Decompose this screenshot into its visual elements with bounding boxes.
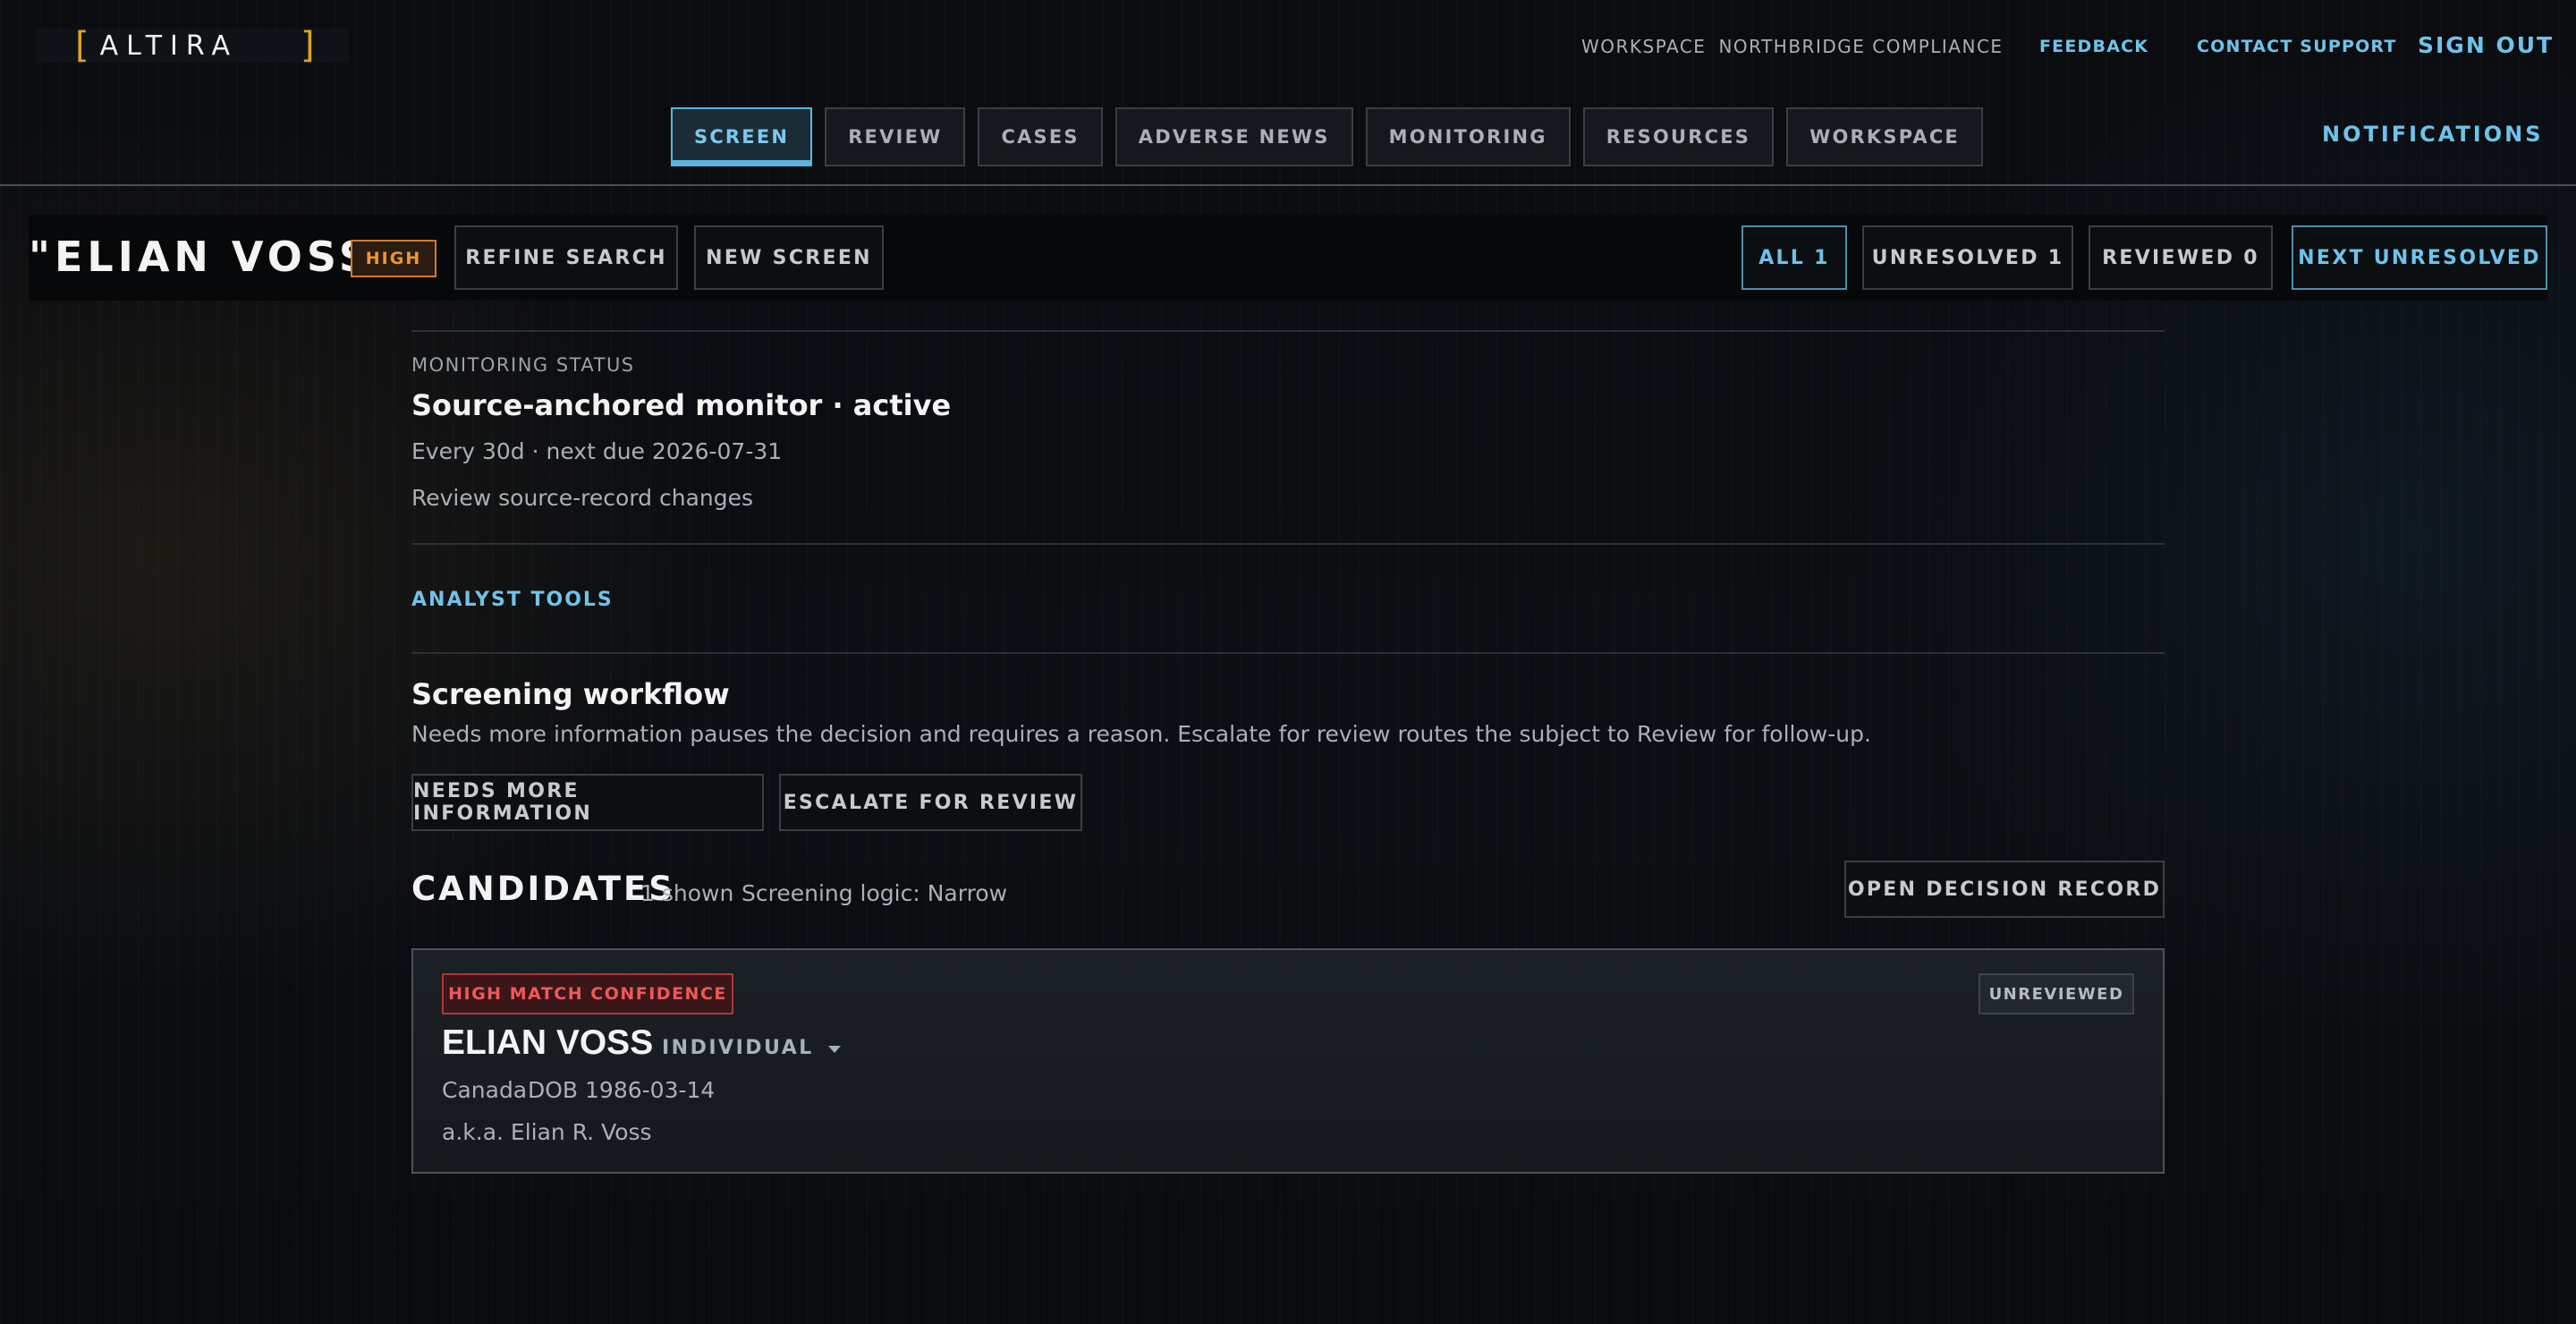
candidates-count: 1 shown bbox=[640, 880, 734, 906]
tab-resources[interactable]: RESOURCES bbox=[1582, 107, 1775, 166]
screening-logic: Screening logic: Narrow bbox=[741, 880, 1008, 906]
primary-nav: SCREEN REVIEW CASES ADVERSE NEWS MONITOR… bbox=[671, 107, 1983, 166]
caret-down-icon bbox=[827, 1046, 841, 1053]
monitoring-status-title: Source-anchored monitor · active bbox=[411, 388, 952, 422]
app-logo[interactable]: [ ALTIRA ] bbox=[36, 25, 349, 66]
open-decision-record-button[interactable]: OPEN DECISION RECORD bbox=[1844, 861, 2165, 918]
filter-all-button[interactable]: ALL 1 bbox=[1741, 225, 1847, 290]
next-unresolved-button[interactable]: NEXT UNRESOLVED bbox=[2292, 225, 2547, 290]
match-confidence-badge: HIGH MATCH CONFIDENCE bbox=[442, 973, 733, 1014]
analyst-tools-link[interactable]: ANALYST TOOLS bbox=[411, 589, 614, 611]
filter-unresolved-button[interactable]: UNRESOLVED 1 bbox=[1862, 225, 2073, 290]
header-divider bbox=[0, 184, 2576, 186]
filter-reviewed-button[interactable]: REVIEWED 0 bbox=[2089, 225, 2273, 290]
notifications-link[interactable]: NOTIFICATIONS bbox=[2322, 122, 2544, 147]
monitoring-status-label: MONITORING STATUS bbox=[411, 354, 635, 376]
new-screen-button[interactable]: NEW SCREEN bbox=[694, 225, 884, 290]
tab-review[interactable]: REVIEW bbox=[825, 107, 966, 166]
section-divider bbox=[411, 652, 2165, 654]
candidate-aka: a.k.a. Elian R. Voss bbox=[442, 1119, 652, 1145]
feedback-link[interactable]: FEEDBACK bbox=[2039, 37, 2148, 56]
section-divider bbox=[411, 330, 2165, 332]
escalate-for-review-button[interactable]: ESCALATE FOR REVIEW bbox=[779, 774, 1082, 831]
section-divider bbox=[411, 543, 2165, 545]
workflow-title: Screening workflow bbox=[411, 677, 730, 711]
tab-screen[interactable]: SCREEN bbox=[671, 107, 813, 166]
entity-type-label: INDIVIDUAL bbox=[662, 1037, 814, 1059]
review-status-badge: UNREVIEWED bbox=[1979, 973, 2134, 1014]
tab-adverse-news[interactable]: ADVERSE NEWS bbox=[1114, 107, 1353, 166]
contact-support-link[interactable]: CONTACT SUPPORT bbox=[2197, 37, 2397, 56]
monitoring-schedule: Every 30d · next due 2026-07-31 bbox=[411, 438, 783, 464]
candidate-country: Canada bbox=[442, 1077, 528, 1103]
workflow-description: Needs more information pauses the decisi… bbox=[411, 721, 1871, 747]
tab-monitoring[interactable]: MONITORING bbox=[1365, 107, 1571, 166]
logo-wordmark: ALTIRA bbox=[99, 30, 239, 62]
monitoring-note: Review source-record changes bbox=[411, 485, 754, 511]
logo-bracket-left: [ bbox=[75, 25, 89, 66]
candidate-name: ELIAN VOSS bbox=[442, 1023, 654, 1062]
refine-search-button[interactable]: REFINE SEARCH bbox=[454, 225, 678, 290]
workspace-label: WORKSPACE bbox=[1581, 36, 1707, 57]
tab-cases[interactable]: CASES bbox=[978, 107, 1103, 166]
risk-badge: HIGH bbox=[351, 240, 436, 277]
workspace-indicator: WORKSPACE NORTHBRIDGE COMPLIANCE bbox=[1581, 36, 2004, 57]
candidates-heading: CANDIDATES bbox=[411, 870, 675, 908]
logo-bracket-right: ] bbox=[301, 25, 315, 66]
subject-query: "ELIAN VOSS" bbox=[29, 233, 399, 281]
needs-more-information-button[interactable]: NEEDS MORE INFORMATION bbox=[411, 774, 764, 831]
tab-workspace[interactable]: WORKSPACE bbox=[1786, 107, 1983, 166]
workspace-name: NORTHBRIDGE COMPLIANCE bbox=[1718, 36, 2004, 57]
candidate-dob: DOB 1986-03-14 bbox=[528, 1077, 716, 1103]
sign-out-link[interactable]: SIGN OUT bbox=[2418, 32, 2554, 58]
entity-type-dropdown[interactable]: INDIVIDUAL bbox=[662, 1037, 841, 1059]
